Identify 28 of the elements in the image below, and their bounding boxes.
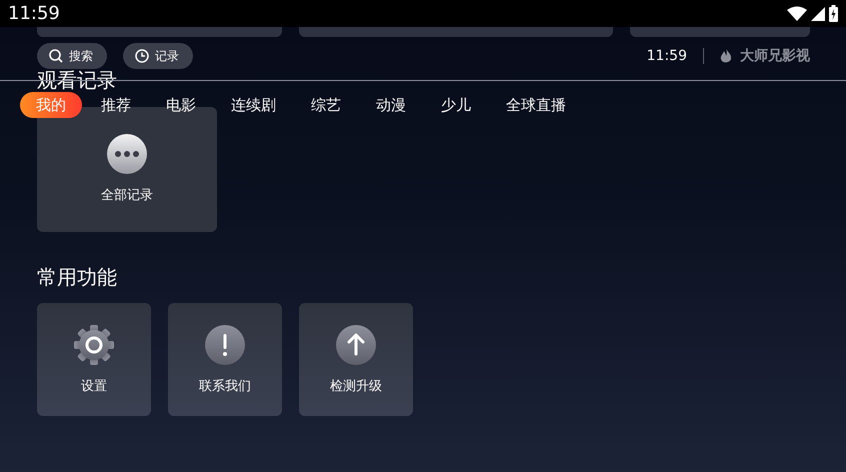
card-label: 设置 xyxy=(81,378,107,396)
search-icon xyxy=(49,49,63,63)
app-name: 大师兄影视 xyxy=(740,46,810,66)
card-label: 联系我们 xyxy=(199,378,251,396)
exclamation-icon xyxy=(205,325,245,365)
history-button[interactable]: 记录 xyxy=(123,43,193,69)
function-card[interactable]: 检测升级 xyxy=(299,303,413,416)
clock-icon xyxy=(135,49,149,63)
category-tab[interactable]: 动漫 xyxy=(360,92,422,118)
status-time: 11:59 xyxy=(8,2,60,26)
function-card[interactable]: 设置 xyxy=(37,303,151,416)
signal-icon xyxy=(811,6,825,20)
function-card[interactable]: 联系我们 xyxy=(168,303,282,416)
clock-text: 11:59 xyxy=(646,46,687,66)
wifi-icon xyxy=(787,6,807,21)
upload-icon xyxy=(336,325,376,365)
category-tab[interactable]: 全球直播 xyxy=(490,92,582,118)
settings-icon xyxy=(74,325,114,365)
search-button[interactable]: 搜索 xyxy=(37,43,107,69)
flame-icon xyxy=(720,48,732,64)
more-icon xyxy=(107,134,147,174)
battery-icon xyxy=(829,5,838,22)
category-tab[interactable]: 少儿 xyxy=(425,92,487,118)
category-tab[interactable]: 连续剧 xyxy=(215,92,292,118)
category-tab[interactable]: 综艺 xyxy=(295,92,357,118)
section-title: 常用功能 xyxy=(36,264,118,291)
card-label: 检测升级 xyxy=(330,378,382,396)
card-label: 全部记录 xyxy=(101,187,153,205)
